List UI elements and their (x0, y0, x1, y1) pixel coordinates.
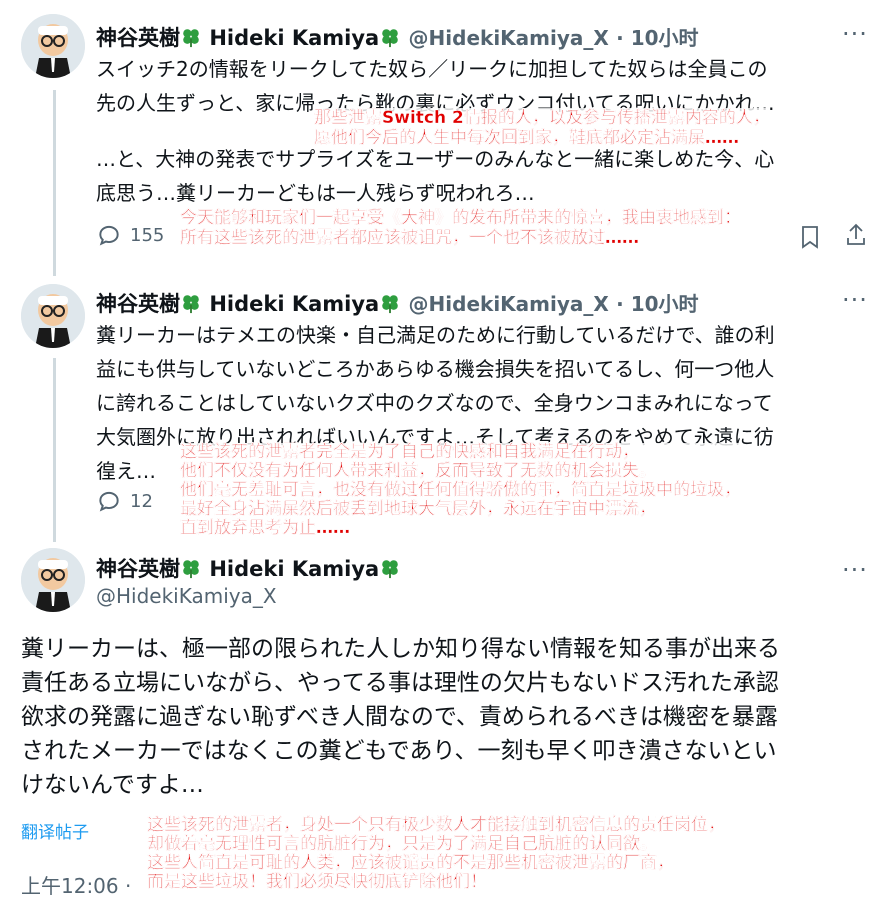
handle[interactable]: @HidekiKamiya_X (96, 584, 277, 608)
display-name-latin[interactable]: Hideki Kamiya (209, 557, 379, 581)
tweet-line: 責任ある立場にいながら、やってる事は理性の欠片もないドス汚れた承認 (21, 670, 779, 696)
translation-overlay: 这些该死的泄露者，身处一个只有极少数人才能接触到机密信息的责任岗位， 却做着毫无… (147, 815, 725, 892)
tweet-line: 底思う…糞リーカーどもは一人残らず呪われろ… (96, 181, 535, 205)
handle[interactable]: @HidekiKamiya_X (409, 26, 609, 50)
share-icon[interactable] (844, 222, 868, 248)
avatar[interactable] (21, 284, 85, 348)
translation-overlay: 那些泄露Switch 2情报的人，以及参与传播泄露内容的人， 愿他们今后的人生中… (314, 108, 770, 148)
display-name[interactable]: 神谷英樹 (96, 292, 180, 316)
tweet-line: けないんですよ… (21, 772, 204, 798)
tweet-line: されたメーカーではなくこの糞どもであり、一刻も早く叩き潰さないとい (21, 738, 777, 764)
reply-count: 12 (130, 490, 153, 512)
thread-line (53, 358, 56, 542)
overlay-line: 他们不仅没有为任何人带来利益，反而导致了无数的机会损失。 (180, 461, 656, 481)
clover-icon (382, 295, 399, 314)
translate-post-link[interactable]: 翻译帖子 (21, 818, 89, 843)
more-icon[interactable]: ··· (842, 286, 868, 314)
clover-icon (183, 29, 199, 48)
avatar[interactable] (21, 14, 85, 78)
translation-overlay: 这些该死的泄露者完全是为了自己的快感和自我满足在行动， 他们不仅没有为任何人带来… (180, 442, 741, 538)
overlay-line: 直到放弃思考为止…… (180, 518, 350, 538)
tweet-text: …と、大神の発表でサプライズをユーザーのみんなと一緒に楽しめた今、心 底思う…糞… (96, 142, 774, 210)
timestamp[interactable]: · 10小时 (616, 292, 698, 316)
overlay-line: 这些该死的泄露者完全是为了自己的快感和自我满足在行动， (180, 442, 639, 462)
tweet-text: 糞リーカーは、極一部の限られた人しか知り得ない情報を知る事が出来る 責任ある立場… (21, 632, 780, 802)
display-name-latin[interactable]: Hideki Kamiya (209, 26, 379, 50)
reply-button[interactable]: 12 (96, 488, 153, 514)
thread-line (53, 90, 56, 276)
overlay-line: 最好全身沾满屎然后被丢到地球大气层外，永远在宇宙中漂流， (180, 499, 656, 519)
post-timestamp[interactable]: 上午12:06 · (21, 870, 131, 899)
clover-icon (183, 295, 199, 314)
tweet-line: スイッチ2の情報をリークしてた奴ら／リークに加担してた奴らは全員この (96, 57, 768, 81)
more-icon[interactable]: ··· (842, 556, 868, 584)
overlay-line: 他们毫无羞耻可言，也没有做过任何值得骄傲的事，简直是垃圾中的垃圾， (180, 480, 741, 500)
avatar[interactable] (21, 548, 85, 612)
clover-icon (382, 29, 399, 48)
bookmark-icon[interactable] (798, 224, 822, 250)
more-icon[interactable]: ··· (842, 20, 868, 48)
overlay-line: 愿他们今后的人生中每次回到家，鞋底都必定沾满屎…… (314, 128, 739, 148)
overlay-line: 而是这些垃圾！我们必须尽快彻底铲除他们！ (147, 872, 487, 892)
timestamp[interactable]: · 10小时 (616, 26, 698, 50)
translation-overlay: 今天能够和玩家们一起享受《大神》的发布所带来的惊喜，我由衷地感到： 所有这些该死… (180, 208, 741, 248)
overlay-line: 这些人简直是可耻的人类，应该被谴责的不是那些机密被泄露的厂商， (147, 853, 674, 873)
overlay-line: 这些该死的泄露者，身处一个只有极少数人才能接触到机密信息的责任岗位， (147, 815, 725, 835)
tweet-line: 糞リーカーはテメエの快楽・自己満足のために行動しているだけで、誰の利 (96, 323, 775, 347)
tweet-line: 糞リーカーは、極一部の限られた人しか知り得ない情報を知る事が出来る (21, 636, 780, 662)
tweet-line: に誇れることはしていないクズ中のクズなので、全身ウンコまみれになって (96, 391, 773, 415)
author-name[interactable]: 神谷英樹 Hideki Kamiya (96, 553, 401, 583)
tweet-line: 欲求の発露に過ぎない恥ずべき人間なので、責められるべきは機密を暴露 (21, 704, 778, 730)
display-name-latin[interactable]: Hideki Kamiya (209, 292, 379, 316)
reply-icon (99, 225, 119, 246)
overlay-line: 所有这些该死的泄露者都应该被诅咒，一个也不该被放过…… (180, 228, 639, 248)
display-name[interactable]: 神谷英樹 (96, 557, 180, 581)
reply-button[interactable]: 155 (96, 222, 164, 248)
handle[interactable]: @HidekiKamiya_X (409, 292, 609, 316)
display-name[interactable]: 神谷英樹 (96, 26, 180, 50)
author-name[interactable]: 神谷英樹 Hideki Kamiya @HidekiKamiya_X · 10小… (96, 288, 699, 318)
tweet-line: 益にも供与していないどころかあらゆる機会損失を招いてるし、何一つ他人 (96, 357, 775, 381)
clover-icon (382, 560, 399, 579)
author-name[interactable]: 神谷英樹 Hideki Kamiya @HidekiKamiya_X · 10小… (96, 22, 699, 52)
clover-icon (183, 560, 199, 579)
overlay-line: 却做着毫无理性可言的肮脏行为，只是为了满足自己肮脏的认同欲。 (147, 834, 657, 854)
overlay-line: 今天能够和玩家们一起享受《大神》的发布所带来的惊喜，我由衷地感到： (180, 208, 741, 228)
overlay-line: 那些泄露Switch 2情报的人，以及参与传播泄露内容的人， (314, 108, 770, 128)
reply-count: 155 (130, 224, 165, 246)
reply-icon (99, 491, 119, 512)
